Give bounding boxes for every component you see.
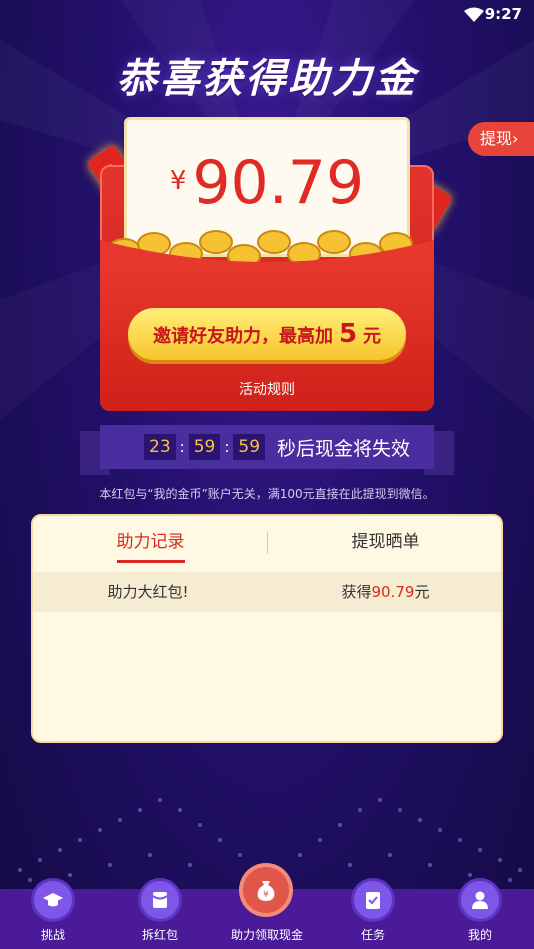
user-icon [461, 881, 499, 919]
page-title: 恭喜获得助力金 [116, 56, 418, 102]
invite-bonus-amount: 5 [338, 319, 358, 349]
countdown-separator: : [179, 438, 185, 456]
invite-text: 邀请好友助力，最高加 [152, 326, 333, 347]
record-prefix: 获得 [341, 583, 372, 601]
nav-label: 任务 [360, 928, 385, 942]
status-time: 9:27 [484, 5, 522, 23]
invite-unit: 元 [363, 326, 382, 347]
cash-amount: ¥90.79 [127, 148, 407, 218]
tab-assist-records[interactable]: 助力记录 [33, 516, 268, 572]
nav-item-open-packet[interactable]: 拆红包 [107, 881, 213, 949]
red-packet-icon [141, 881, 179, 919]
tab-label: 助力记录 [116, 532, 185, 563]
countdown-minutes: 59 [188, 434, 221, 460]
graduation-cap-icon [34, 881, 72, 919]
withdraw-label: 提现 [480, 129, 513, 148]
notice-text: 本红包与“我的金币”账户无关，满100元直接在此提现到微信。 [99, 487, 435, 501]
record-title: 助力大红包! [107, 583, 189, 601]
nav-item-challenge[interactable]: 挑战 [0, 881, 106, 949]
wifi-icon [464, 7, 484, 22]
record-value: 90.79 [371, 583, 415, 601]
money-bag-icon: ¥ [243, 867, 289, 913]
records-panel: 助力记录 提现晒单 助力大红包! 获得90.79元 [31, 514, 503, 743]
nav-label: 挑战 [40, 928, 65, 942]
nav-label: 拆红包 [141, 928, 178, 942]
tab-withdraw-showcase[interactable]: 提现晒单 [268, 516, 501, 572]
nav-label: 助力领取现金 [230, 928, 303, 942]
envelope-flap-curve [100, 240, 434, 266]
record-row: 助力大红包! 获得90.79元 [33, 572, 501, 612]
records-tabs: 助力记录 提现晒单 [33, 516, 501, 572]
nav-item-tasks[interactable]: 任务 [320, 881, 426, 949]
nav-item-profile[interactable]: 我的 [427, 881, 533, 949]
withdraw-button[interactable]: 提现› [468, 122, 534, 156]
countdown-hours: 23 [144, 434, 176, 460]
record-unit: 元 [414, 583, 430, 601]
svg-text:¥: ¥ [263, 890, 269, 900]
currency-symbol: ¥ [169, 166, 187, 196]
countdown-seconds: 59 [233, 434, 266, 460]
invite-friends-button[interactable]: 邀请好友助力，最高加 5 元 [128, 308, 406, 360]
clipboard-check-icon [354, 881, 392, 919]
record-amount: 获得90.79元 [268, 572, 501, 612]
nav-label: 我的 [467, 928, 492, 942]
countdown-separator: : [224, 438, 230, 456]
countdown-timer: 23 : 59 : 59 秒后现金将失效 [144, 434, 410, 460]
nav-item-assist-cash[interactable]: ¥ 助力领取现金 [214, 867, 320, 949]
bottom-nav: 挑战 拆红包 ¥ 助力领取现金 任务 我的 [0, 867, 534, 949]
chevron-right-icon: › [512, 129, 519, 148]
tab-label: 提现晒单 [351, 532, 420, 552]
countdown-message: 秒后现金将失效 [277, 437, 411, 460]
amount-value: 90.79 [192, 148, 365, 218]
activity-rules-link[interactable]: 活动规则 [100, 379, 434, 399]
status-bar: 9:27 [0, 0, 534, 30]
